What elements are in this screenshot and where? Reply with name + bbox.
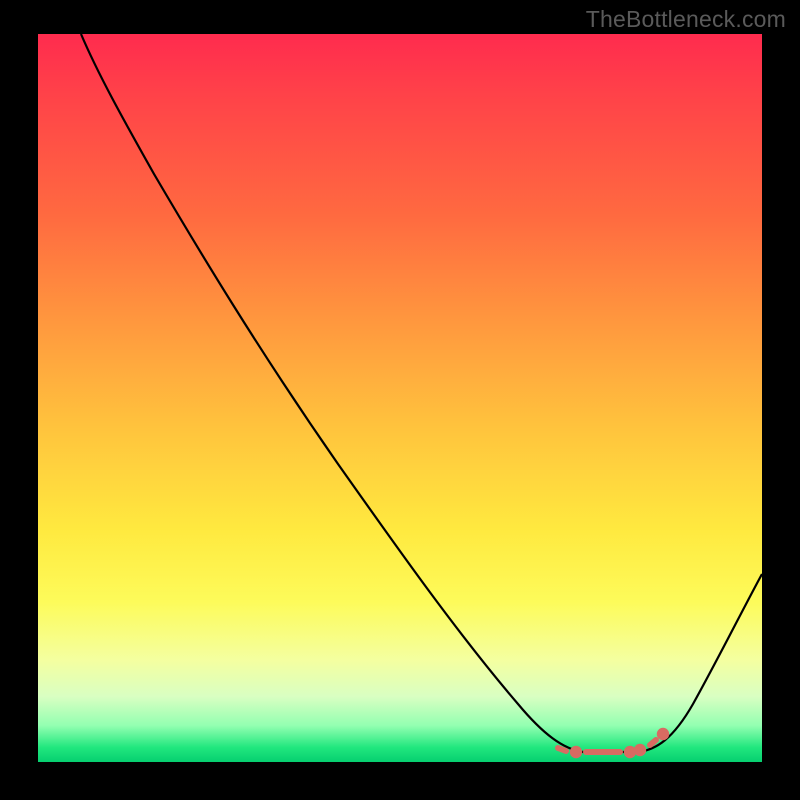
watermark-text: TheBottleneck.com <box>586 6 786 33</box>
bottleneck-curve <box>81 34 762 752</box>
chart-frame: TheBottleneck.com <box>0 0 800 800</box>
curve-layer <box>38 34 762 762</box>
flat-region-markers <box>558 731 666 755</box>
gradient-plot-area <box>38 34 762 762</box>
